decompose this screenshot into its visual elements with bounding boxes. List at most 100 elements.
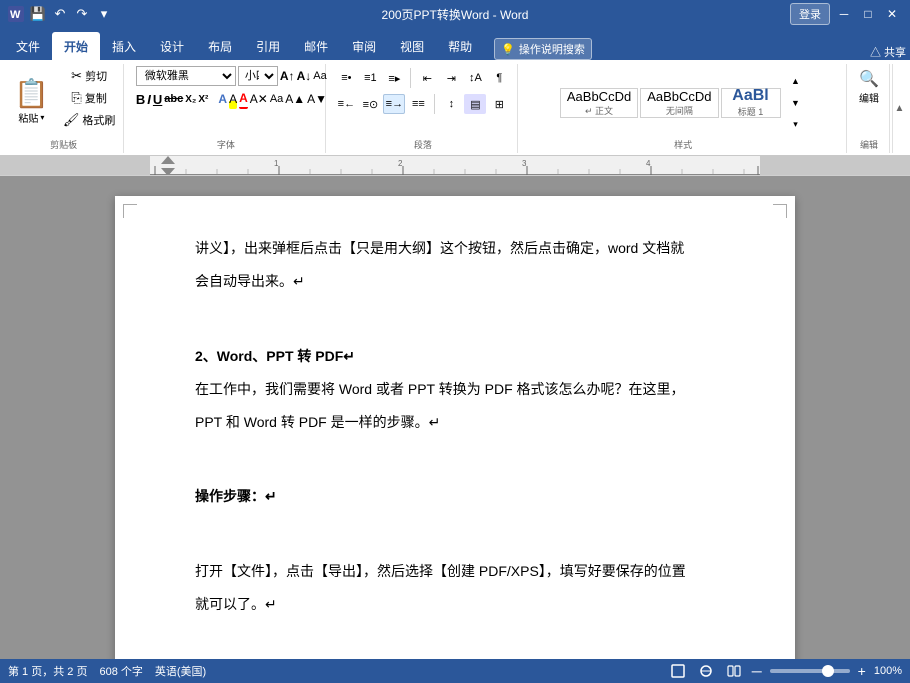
ribbon-collapse-button[interactable]: ▲ (892, 64, 906, 153)
tab-mailings[interactable]: 邮件 (292, 32, 340, 60)
bold-button[interactable]: B (136, 89, 145, 109)
editing-label: 编辑 (859, 90, 879, 105)
decrease-indent-button[interactable]: ⇤ (416, 68, 438, 88)
font-size-shrink-button[interactable]: A▼ (307, 89, 327, 109)
page-info: 第 1 页，共 2 页 (8, 663, 87, 679)
zoom-slider[interactable] (770, 669, 850, 673)
clear-formatting-button[interactable]: A✕ (250, 89, 268, 109)
show-marks-button[interactable]: ¶ (488, 68, 510, 88)
strikethrough-button[interactable]: abc (164, 89, 183, 109)
tab-layout[interactable]: 布局 (196, 32, 244, 60)
list-buttons-row: ≡• ≡1 ≡▸ ⇤ ⇥ ↕A ¶ (335, 66, 510, 90)
search-box[interactable]: 💡 操作说明搜索 (494, 38, 592, 60)
styles-gallery: AaBbCcDd ↵ 正文 AaBbCcDd 无间隔 AaBl 标题 1 ▲ ▼ (560, 66, 807, 139)
editing-group: 🔍 编辑 编辑 (849, 64, 890, 153)
paste-button[interactable]: 📋 粘贴 ▾ (8, 66, 55, 139)
find-button[interactable]: 🔍 编辑 (853, 66, 885, 108)
para-11: 就可以了。↵ (195, 592, 715, 617)
tab-references[interactable]: 引用 (244, 32, 292, 60)
minimize-button[interactable]: ─ (834, 4, 854, 24)
customize-button[interactable]: ▾ (94, 4, 114, 24)
tab-insert[interactable]: 插入 (100, 32, 148, 60)
font-size-grow-button[interactable]: A▲ (285, 89, 305, 109)
tab-help[interactable]: 帮助 (436, 32, 484, 60)
tab-home[interactable]: 开始 (52, 32, 100, 60)
borders-button[interactable]: ⊞ (488, 94, 510, 114)
save-button[interactable]: 💾 (28, 4, 48, 24)
italic-button[interactable]: I (147, 89, 151, 109)
tab-review[interactable]: 审阅 (340, 32, 388, 60)
format-painter-button[interactable]: 🖌 格式刷 (59, 110, 120, 130)
language-indicator[interactable]: 英语(美国) (155, 663, 206, 679)
editing-controls: 🔍 编辑 (853, 66, 885, 108)
style-no-spacing-sublabel: 无间隔 (666, 104, 693, 117)
zoom-level[interactable]: 100% (874, 665, 902, 677)
justify-button[interactable]: ≡≡ (407, 94, 429, 114)
numbered-list-button[interactable]: ≡1 (359, 68, 381, 88)
font-group: 微软雅黑 小四 A↑ A↓ Aa B I U abc X₂ X² A A A (126, 64, 326, 153)
close-button[interactable]: ✕ (882, 4, 902, 24)
clipboard-small-buttons: ✂ 剪切 ⎘ 复制 🖌 格式刷 (59, 66, 120, 139)
styles-scroll-down[interactable]: ▼ (785, 93, 807, 113)
style-normal[interactable]: AaBbCcDd ↵ 正文 (560, 88, 638, 118)
subscript-button[interactable]: X₂ (185, 89, 196, 109)
ribbon-content: 📋 粘贴 ▾ ✂ 剪切 ⎘ 复制 🖌 格式刷 (0, 60, 910, 156)
redo-button[interactable]: ↷ (72, 4, 92, 24)
styles-scroll-up[interactable]: ▲ (785, 71, 807, 91)
zoom-minus-button[interactable]: ─ (752, 663, 762, 679)
tab-design[interactable]: 设计 (148, 32, 196, 60)
zoom-plus-button[interactable]: + (858, 663, 866, 679)
change-case-button[interactable]: Aa (270, 89, 283, 109)
svg-text:3: 3 (522, 159, 527, 168)
font-size-increase-button[interactable]: A↑ (280, 66, 295, 86)
para-1: 讲义】，出来弹框后点击【只是用大纲】这个按钮，然后点击确定，word 文档就 (195, 236, 715, 261)
shading-button[interactable]: ▤ (464, 94, 486, 114)
style-heading1[interactable]: AaBl 标题 1 (721, 88, 781, 118)
read-mode-button[interactable] (724, 661, 744, 681)
text-effects-button[interactable]: A (218, 89, 227, 109)
login-button[interactable]: 登录 (790, 3, 830, 25)
font-name-select[interactable]: 微软雅黑 (136, 66, 236, 86)
underline-button[interactable]: U (153, 89, 162, 109)
bullet-list-button[interactable]: ≡• (335, 68, 357, 88)
font-name-row: 微软雅黑 小四 A↑ A↓ Aa (136, 66, 316, 86)
copy-button[interactable]: ⎘ 复制 (59, 88, 120, 108)
font-options-button[interactable]: Aa (313, 66, 326, 86)
ruler: 1 2 3 4 (0, 156, 910, 176)
undo-button[interactable]: ↶ (50, 4, 70, 24)
ribbon-tabs-bar: 文件 开始 插入 设计 布局 引用 邮件 审阅 视图 帮助 💡 操作说明搜索 △… (0, 28, 910, 60)
multilevel-list-button[interactable]: ≡▸ (383, 68, 405, 88)
tab-view[interactable]: 视图 (388, 32, 436, 60)
align-buttons-row: ≡← ≡⊙ ≡→ ≡≡ ↕ ▤ ⊞ (335, 92, 510, 116)
print-layout-button[interactable] (668, 661, 688, 681)
text-highlight-button[interactable]: A (229, 89, 237, 109)
svg-text:2: 2 (398, 159, 403, 168)
style-normal-sublabel: ↵ 正文 (585, 104, 613, 117)
align-left-button[interactable]: ≡← (335, 94, 357, 114)
word-icon: W (8, 6, 24, 22)
web-layout-button[interactable] (696, 661, 716, 681)
font-color-button[interactable]: A (239, 89, 248, 109)
cut-button[interactable]: ✂ 剪切 (59, 66, 120, 86)
sort-button[interactable]: ↕A (464, 68, 486, 88)
styles-expand[interactable]: ▾ (785, 115, 807, 135)
maximize-button[interactable]: □ (858, 4, 878, 24)
increase-indent-button[interactable]: ⇥ (440, 68, 462, 88)
style-no-spacing[interactable]: AaBbCcDd 无间隔 (640, 88, 718, 118)
paste-icon: 📋 (14, 80, 49, 108)
zoom-slider-thumb[interactable] (822, 665, 834, 677)
paste-dropdown-icon[interactable]: ▾ (40, 113, 44, 122)
font-group-label: 字体 (217, 138, 235, 151)
styles-group: AaBbCcDd ↵ 正文 AaBbCcDd 无间隔 AaBl 标题 1 ▲ ▼ (520, 64, 847, 153)
search-text: 操作说明搜索 (519, 41, 585, 57)
share-button[interactable]: △ 共享 (870, 44, 906, 60)
align-right-button[interactable]: ≡→ (383, 94, 405, 114)
title-bar-right: 登录 ─ □ ✕ (790, 3, 902, 25)
tab-file[interactable]: 文件 (4, 32, 52, 60)
format-painter-icon: 🖌 (63, 112, 80, 128)
line-spacing-button[interactable]: ↕ (440, 94, 462, 114)
align-center-button[interactable]: ≡⊙ (359, 94, 381, 114)
superscript-button[interactable]: X² (198, 89, 208, 109)
font-size-decrease-button[interactable]: A↓ (297, 66, 312, 86)
font-size-select[interactable]: 小四 (238, 66, 278, 86)
